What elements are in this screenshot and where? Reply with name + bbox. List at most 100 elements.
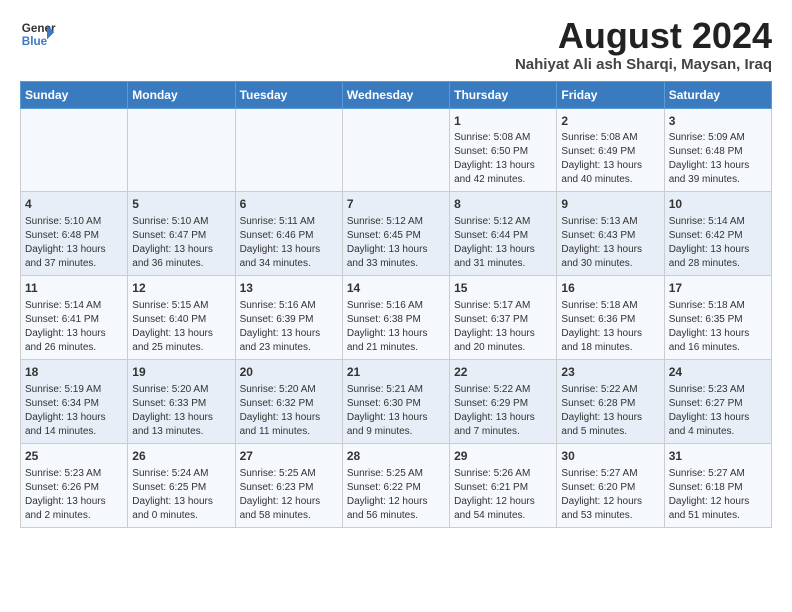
day-info: Sunrise: 5:11 AM Sunset: 6:46 PM Dayligh… xyxy=(240,215,338,271)
day-cell: 5Sunrise: 5:10 AM Sunset: 6:47 PM Daylig… xyxy=(128,192,235,276)
day-info: Sunrise: 5:21 AM Sunset: 6:30 PM Dayligh… xyxy=(347,383,445,439)
day-cell: 1Sunrise: 5:08 AM Sunset: 6:50 PM Daylig… xyxy=(450,108,557,192)
week-row-5: 25Sunrise: 5:23 AM Sunset: 6:26 PM Dayli… xyxy=(21,443,772,527)
day-info: Sunrise: 5:25 AM Sunset: 6:22 PM Dayligh… xyxy=(347,467,445,523)
day-number: 9 xyxy=(561,196,659,213)
day-info: Sunrise: 5:20 AM Sunset: 6:32 PM Dayligh… xyxy=(240,383,338,439)
day-cell: 14 Sunrise: 5:16 AM Sunset: 6:38 PM Dayli… xyxy=(342,276,449,360)
day-info: Sunrise: 5:26 AM Sunset: 6:21 PM Dayligh… xyxy=(454,467,552,523)
day-cell: 12 Sunrise: 5:15 AM Sunset: 6:40 PM Dayli… xyxy=(128,276,235,360)
day-number: 19 xyxy=(132,364,230,381)
day-cell xyxy=(128,108,235,192)
col-header-tuesday: Tuesday xyxy=(235,81,342,108)
day-cell xyxy=(21,108,128,192)
title-area: August 2024 Nahiyat Ali ash Sharqi, Mays… xyxy=(515,16,772,73)
day-number: 7 xyxy=(347,196,445,213)
day-number: 6 xyxy=(240,196,338,213)
day-number: 30 xyxy=(561,448,659,465)
logo-icon: General Blue xyxy=(20,16,56,52)
header: General Blue August 2024 Nahiyat Ali ash… xyxy=(20,16,772,73)
day-cell: 25Sunrise: 5:23 AM Sunset: 6:26 PM Dayli… xyxy=(21,443,128,527)
day-info: Sunrise: 5:25 AM Sunset: 6:23 PM Dayligh… xyxy=(240,467,338,523)
day-info: Sunrise: 5:19 AM Sunset: 6:34 PM Dayligh… xyxy=(25,383,123,439)
calendar-header-row: SundayMondayTuesdayWednesdayThursdayFrid… xyxy=(21,81,772,108)
day-number: 14 xyxy=(347,280,445,297)
day-number: 23 xyxy=(561,364,659,381)
day-number: 3 xyxy=(669,113,767,130)
main-title: August 2024 xyxy=(515,16,772,56)
day-info: Sunrise: 5:24 AM Sunset: 6:25 PM Dayligh… xyxy=(132,467,230,523)
day-number: 21 xyxy=(347,364,445,381)
day-info: Sunrise: 5:08 AM Sunset: 6:50 PM Dayligh… xyxy=(454,131,552,187)
day-info: Sunrise: 5:18 AM Sunset: 6:35 PM Dayligh… xyxy=(669,299,767,355)
day-number: 29 xyxy=(454,448,552,465)
subtitle: Nahiyat Ali ash Sharqi, Maysan, Iraq xyxy=(515,56,772,73)
day-cell: 21 Sunrise: 5:21 AM Sunset: 6:30 PM Dayli… xyxy=(342,359,449,443)
svg-text:Blue: Blue xyxy=(22,35,48,48)
day-info: Sunrise: 5:15 AM Sunset: 6:40 PM Dayligh… xyxy=(132,299,230,355)
day-info: Sunrise: 5:10 AM Sunset: 6:47 PM Dayligh… xyxy=(132,215,230,271)
day-number: 16 xyxy=(561,280,659,297)
day-cell: 11 Sunrise: 5:14 AM Sunset: 6:41 PM Dayli… xyxy=(21,276,128,360)
day-cell: 24Sunrise: 5:23 AM Sunset: 6:27 PM Dayli… xyxy=(664,359,771,443)
day-info: Sunrise: 5:12 AM Sunset: 6:44 PM Dayligh… xyxy=(454,215,552,271)
week-row-3: 11 Sunrise: 5:14 AM Sunset: 6:41 PM Dayli… xyxy=(21,276,772,360)
day-number: 8 xyxy=(454,196,552,213)
day-cell: 7 Sunrise: 5:12 AM Sunset: 6:45 PM Daylig… xyxy=(342,192,449,276)
day-info: Sunrise: 5:27 AM Sunset: 6:18 PM Dayligh… xyxy=(669,467,767,523)
day-cell: 18Sunrise: 5:19 AM Sunset: 6:34 PM Dayli… xyxy=(21,359,128,443)
col-header-monday: Monday xyxy=(128,81,235,108)
day-info: Sunrise: 5:23 AM Sunset: 6:27 PM Dayligh… xyxy=(669,383,767,439)
day-number: 10 xyxy=(669,196,767,213)
day-number: 11 xyxy=(25,280,123,297)
col-header-saturday: Saturday xyxy=(664,81,771,108)
col-header-friday: Friday xyxy=(557,81,664,108)
week-row-2: 4Sunrise: 5:10 AM Sunset: 6:48 PM Daylig… xyxy=(21,192,772,276)
day-info: Sunrise: 5:17 AM Sunset: 6:37 PM Dayligh… xyxy=(454,299,552,355)
day-cell: 28 Sunrise: 5:25 AM Sunset: 6:22 PM Dayli… xyxy=(342,443,449,527)
day-info: Sunrise: 5:10 AM Sunset: 6:48 PM Dayligh… xyxy=(25,215,123,271)
week-row-1: 1Sunrise: 5:08 AM Sunset: 6:50 PM Daylig… xyxy=(21,108,772,192)
day-cell: 4Sunrise: 5:10 AM Sunset: 6:48 PM Daylig… xyxy=(21,192,128,276)
day-cell: 3Sunrise: 5:09 AM Sunset: 6:48 PM Daylig… xyxy=(664,108,771,192)
day-info: Sunrise: 5:13 AM Sunset: 6:43 PM Dayligh… xyxy=(561,215,659,271)
day-info: Sunrise: 5:16 AM Sunset: 6:38 PM Dayligh… xyxy=(347,299,445,355)
day-cell xyxy=(342,108,449,192)
day-number: 28 xyxy=(347,448,445,465)
day-cell: 16 Sunrise: 5:18 AM Sunset: 6:36 PM Dayli… xyxy=(557,276,664,360)
day-info: Sunrise: 5:09 AM Sunset: 6:48 PM Dayligh… xyxy=(669,131,767,187)
day-number: 26 xyxy=(132,448,230,465)
day-cell: 20 Sunrise: 5:20 AM Sunset: 6:32 PM Dayli… xyxy=(235,359,342,443)
day-info: Sunrise: 5:18 AM Sunset: 6:36 PM Dayligh… xyxy=(561,299,659,355)
day-cell: 29 Sunrise: 5:26 AM Sunset: 6:21 PM Dayli… xyxy=(450,443,557,527)
col-header-thursday: Thursday xyxy=(450,81,557,108)
day-info: Sunrise: 5:22 AM Sunset: 6:28 PM Dayligh… xyxy=(561,383,659,439)
day-info: Sunrise: 5:14 AM Sunset: 6:42 PM Dayligh… xyxy=(669,215,767,271)
day-number: 20 xyxy=(240,364,338,381)
day-cell: 22 Sunrise: 5:22 AM Sunset: 6:29 PM Dayli… xyxy=(450,359,557,443)
day-number: 27 xyxy=(240,448,338,465)
day-cell: 6 Sunrise: 5:11 AM Sunset: 6:46 PM Daylig… xyxy=(235,192,342,276)
day-info: Sunrise: 5:20 AM Sunset: 6:33 PM Dayligh… xyxy=(132,383,230,439)
day-cell: 30Sunrise: 5:27 AM Sunset: 6:20 PM Dayli… xyxy=(557,443,664,527)
day-info: Sunrise: 5:16 AM Sunset: 6:39 PM Dayligh… xyxy=(240,299,338,355)
day-cell: 13 Sunrise: 5:16 AM Sunset: 6:39 PM Dayli… xyxy=(235,276,342,360)
col-header-sunday: Sunday xyxy=(21,81,128,108)
day-cell: 2Sunrise: 5:08 AM Sunset: 6:49 PM Daylig… xyxy=(557,108,664,192)
day-cell: 23 Sunrise: 5:22 AM Sunset: 6:28 PM Dayli… xyxy=(557,359,664,443)
day-number: 13 xyxy=(240,280,338,297)
col-header-wednesday: Wednesday xyxy=(342,81,449,108)
day-number: 17 xyxy=(669,280,767,297)
week-row-4: 18Sunrise: 5:19 AM Sunset: 6:34 PM Dayli… xyxy=(21,359,772,443)
day-number: 31 xyxy=(669,448,767,465)
day-number: 15 xyxy=(454,280,552,297)
day-cell: 15 Sunrise: 5:17 AM Sunset: 6:37 PM Dayli… xyxy=(450,276,557,360)
day-info: Sunrise: 5:22 AM Sunset: 6:29 PM Dayligh… xyxy=(454,383,552,439)
day-cell xyxy=(235,108,342,192)
day-number: 1 xyxy=(454,113,552,130)
day-info: Sunrise: 5:14 AM Sunset: 6:41 PM Dayligh… xyxy=(25,299,123,355)
day-number: 12 xyxy=(132,280,230,297)
day-cell: 10 Sunrise: 5:14 AM Sunset: 6:42 PM Dayli… xyxy=(664,192,771,276)
day-info: Sunrise: 5:12 AM Sunset: 6:45 PM Dayligh… xyxy=(347,215,445,271)
day-number: 22 xyxy=(454,364,552,381)
